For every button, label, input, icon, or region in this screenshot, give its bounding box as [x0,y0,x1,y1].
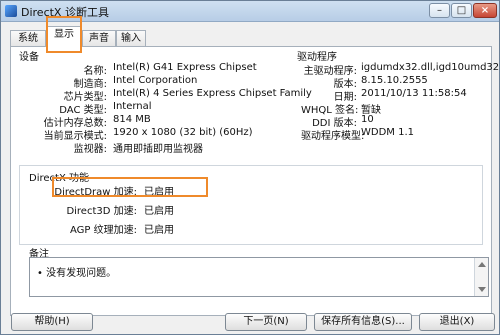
device-value: Intel(R) G41 Express Chipset [113,62,257,73]
tab-display-highlight [46,16,82,53]
directx-window: DirectX 诊断工具 – □ × 系统 显示 声音 输入 设备 名称: In… [0,0,500,335]
minimize-icon: – [437,5,442,16]
driver-value: 10 [361,114,374,125]
device-label: 监视器: [73,144,107,155]
driver-value: 8.15.10.2555 [361,75,428,86]
driver-value: igdumdx32.dll,igd10umd32.dll [361,62,500,73]
close-button[interactable]: × [473,3,497,18]
notes-scrollbar[interactable] [474,258,488,296]
directx-value: 已启用 [144,225,174,236]
notes-item: • 没有发现问题。 [37,268,117,279]
driver-value: 2011/10/13 11:58:54 [361,88,467,99]
tab-sound-label: 声音 [89,33,109,44]
tab-system[interactable]: 系统 [10,30,46,46]
maximize-button[interactable]: □ [451,3,472,18]
exit-button[interactable]: 退出(X) [419,313,495,331]
tab-system-label: 系统 [18,33,38,44]
notes-box: • 没有发现问题。 [29,257,489,297]
device-value: 通用即插即用监视器 [113,144,203,155]
device-value: Intel(R) 4 Series Express Chipset Family [113,88,312,99]
driver-group-title: 驱动程序 [297,52,337,63]
device-group-title: 设备 [19,52,39,63]
driver-value: WDDM 1.1 [361,127,414,138]
directx-label: AGP 纹理加速: [70,225,137,236]
device-value: 1920 x 1080 (32 bit) (60Hz) [113,127,253,138]
tab-input[interactable]: 输入 [116,30,146,46]
minimize-button[interactable]: – [429,3,450,18]
device-value: Intel Corporation [113,75,198,86]
device-value: 814 MB [113,114,151,125]
maximize-icon: □ [456,5,467,16]
save-all-info-button[interactable]: 保存所有信息(S)... [314,313,412,331]
tab-sound[interactable]: 声音 [82,30,116,46]
notes-item-text: 没有发现问题。 [46,268,117,279]
next-page-button[interactable]: 下一页(N) [225,313,307,331]
directx-label: Direct3D 加速: [66,206,137,217]
directx-value: 已启用 [144,206,174,217]
directx-icon [5,5,17,17]
directdraw-highlight [52,177,208,197]
tab-input-label: 输入 [121,33,141,44]
help-button[interactable]: 帮助(H) [11,313,93,331]
device-value: Internal [113,101,152,112]
driver-label: 驱动程序模型: [301,131,365,142]
close-icon: × [480,5,490,16]
